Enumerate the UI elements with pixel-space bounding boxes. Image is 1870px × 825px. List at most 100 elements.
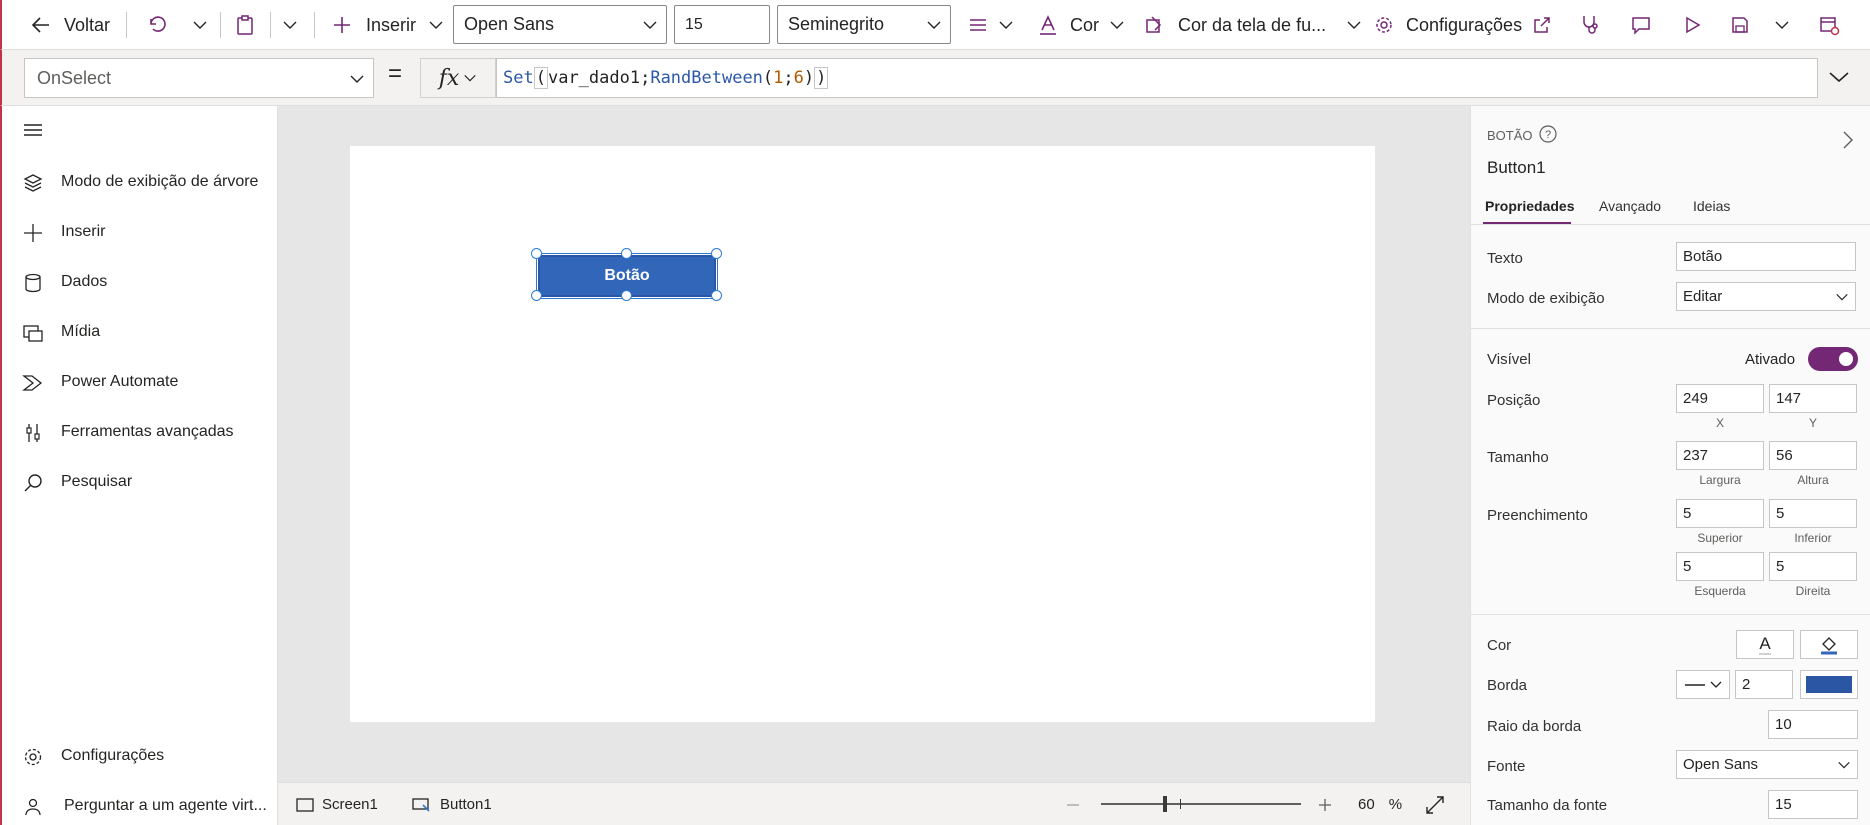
text-input[interactable]: Botão xyxy=(1676,242,1856,271)
font-family-value: Open Sans xyxy=(464,14,555,34)
tab-ideas[interactable]: Ideias xyxy=(1693,198,1730,214)
property-select[interactable]: OnSelect xyxy=(24,58,374,98)
chevron-down-icon xyxy=(927,21,941,29)
paste-button[interactable] xyxy=(234,0,256,50)
resize-handle[interactable] xyxy=(531,290,542,301)
visible-toggle[interactable] xyxy=(1808,347,1858,371)
resize-handle[interactable] xyxy=(621,248,632,259)
chevron-down-icon xyxy=(1110,21,1124,29)
insert-button[interactable]: Inserir xyxy=(332,0,444,50)
height-input[interactable]: 56 xyxy=(1769,441,1857,470)
zoom-slider-thumb[interactable] xyxy=(1163,796,1167,812)
padding-left-value: 5 xyxy=(1683,558,1692,575)
position-y-input[interactable]: 147 xyxy=(1769,384,1857,413)
zoom-in-button[interactable] xyxy=(1318,783,1332,825)
publish-icon xyxy=(1820,17,1840,36)
nav-search[interactable]: Pesquisar xyxy=(2,462,278,502)
resize-handle[interactable] xyxy=(621,290,632,301)
database-icon xyxy=(22,272,44,294)
tab-advanced[interactable]: Avançado xyxy=(1599,198,1661,214)
comment-icon xyxy=(1632,17,1650,35)
control-breadcrumb[interactable]: Button1 xyxy=(412,783,492,825)
text-color-picker[interactable]: A xyxy=(1736,630,1794,659)
preview-button[interactable] xyxy=(1682,0,1702,50)
button-control-icon xyxy=(412,797,430,812)
left-navigation: Modo de exibição de árvore Inserir Dados… xyxy=(0,106,278,825)
zoom-slider[interactable] xyxy=(1101,803,1301,805)
app-button-label: Botão xyxy=(604,267,650,284)
font-size-input[interactable]: 15 xyxy=(1768,790,1858,819)
resize-handle[interactable] xyxy=(531,248,542,259)
border-width-input[interactable]: 2 xyxy=(1735,670,1793,699)
nav-advanced-tools[interactable]: Ferramentas avançadas xyxy=(2,412,278,452)
screen-color-label: Cor da tela de fu... xyxy=(1178,14,1327,35)
comments-button[interactable] xyxy=(1630,0,1652,50)
share-icon xyxy=(1534,17,1550,33)
border-radius-input[interactable]: 10 xyxy=(1768,710,1858,739)
formula-number: 1 xyxy=(773,68,784,88)
padding-bottom-input[interactable]: 5 xyxy=(1769,499,1857,528)
nav-media[interactable]: Mídia xyxy=(2,312,278,352)
undo-dropdown[interactable] xyxy=(192,0,208,50)
resize-handle[interactable] xyxy=(711,248,722,259)
border-style-select[interactable] xyxy=(1676,670,1730,699)
padding-top-value: 5 xyxy=(1683,505,1692,522)
canvas-area: Botão xyxy=(278,106,1470,782)
nav-power-automate[interactable]: Power Automate xyxy=(2,362,278,402)
font-size-input[interactable]: 15 xyxy=(674,5,770,44)
height-value: 56 xyxy=(1776,447,1793,464)
gear-icon xyxy=(22,746,44,768)
padding-left-input[interactable]: 5 xyxy=(1676,552,1764,581)
nav-data[interactable]: Dados xyxy=(2,262,278,302)
formula-expand-button[interactable] xyxy=(1828,66,1850,93)
undo-button[interactable] xyxy=(146,0,166,50)
help-icon[interactable]: ? xyxy=(1539,125,1557,148)
font-family-select[interactable]: Open Sans xyxy=(453,5,667,44)
border-radius-label: Raio da borda xyxy=(1487,718,1582,735)
save-button[interactable] xyxy=(1730,0,1750,50)
display-mode-select[interactable]: Editar xyxy=(1676,282,1856,311)
color-button[interactable]: Cor xyxy=(1038,0,1125,50)
width-input[interactable]: 237 xyxy=(1676,441,1764,470)
collapse-pane-button[interactable] xyxy=(1841,130,1855,155)
fill-color-picker[interactable] xyxy=(1800,630,1858,659)
position-x-input[interactable]: 249 xyxy=(1676,384,1764,413)
height-caption: Altura xyxy=(1797,473,1829,487)
formula-input[interactable]: Set(var_dado1; RandBetween(1; 6)) xyxy=(496,58,1818,98)
app-checker-button[interactable] xyxy=(1580,0,1600,50)
screen-color-button[interactable]: Cor da tela de fu... xyxy=(1144,0,1362,50)
padding-top-input[interactable]: 5 xyxy=(1676,499,1764,528)
plus-icon xyxy=(334,17,350,33)
hamburger-button[interactable] xyxy=(22,120,44,145)
fx-button[interactable]: fx xyxy=(420,58,496,98)
save-dropdown[interactable] xyxy=(1774,0,1790,50)
paste-dropdown[interactable] xyxy=(282,0,298,50)
tab-properties[interactable]: Propriedades xyxy=(1485,198,1574,214)
nav-settings[interactable]: Configurações xyxy=(2,736,278,776)
app-screen[interactable]: Botão xyxy=(350,146,1375,722)
fit-to-window-button[interactable] xyxy=(1426,783,1444,825)
nav-tree-view[interactable]: Modo de exibição de árvore xyxy=(2,162,278,202)
align-button[interactable] xyxy=(968,0,1014,50)
formula-fn-set: Set xyxy=(503,68,534,88)
nav-insert[interactable]: Inserir xyxy=(2,212,278,252)
color-label: Cor xyxy=(1070,14,1100,35)
resize-handle[interactable] xyxy=(711,290,722,301)
border-radius-value: 10 xyxy=(1775,716,1792,733)
stethoscope-icon xyxy=(1583,16,1598,34)
equals-sign: = xyxy=(388,60,403,87)
font-weight-select[interactable]: Seminegrito xyxy=(777,5,951,44)
share-button[interactable] xyxy=(1532,0,1552,50)
screen-breadcrumb[interactable]: Screen1 xyxy=(296,783,378,825)
font-select[interactable]: Open Sans xyxy=(1676,750,1858,779)
settings-button[interactable]: Configurações xyxy=(1374,0,1522,50)
undo-icon xyxy=(150,16,166,32)
nav-virtual-agent[interactable]: Perguntar a um agente virt... xyxy=(2,786,278,825)
padding-right-input[interactable]: 5 xyxy=(1769,552,1857,581)
border-color-picker[interactable] xyxy=(1800,670,1858,699)
back-button[interactable]: Voltar xyxy=(30,0,110,50)
text-value: Botão xyxy=(1683,248,1723,265)
publish-button[interactable] xyxy=(1818,0,1840,50)
padding-left-caption: Esquerda xyxy=(1694,584,1746,598)
zoom-out-button[interactable] xyxy=(1066,783,1080,825)
